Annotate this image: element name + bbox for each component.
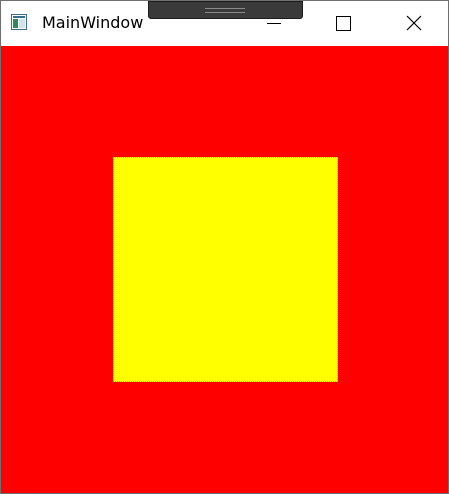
close-icon: [406, 15, 422, 31]
minimize-icon: [267, 23, 281, 24]
drag-grip-lines: [205, 8, 245, 13]
window-title: MainWindow: [42, 13, 144, 32]
maximize-icon: [336, 16, 351, 31]
title-bar[interactable]: MainWindow: [1, 1, 448, 46]
yellow-square: [113, 157, 338, 382]
main-window: MainWindow: [0, 0, 449, 494]
client-area: [1, 46, 448, 493]
close-button[interactable]: [391, 1, 437, 46]
maximize-button[interactable]: [320, 1, 366, 46]
app-window-icon: [11, 14, 27, 30]
minimize-button[interactable]: [251, 1, 297, 46]
